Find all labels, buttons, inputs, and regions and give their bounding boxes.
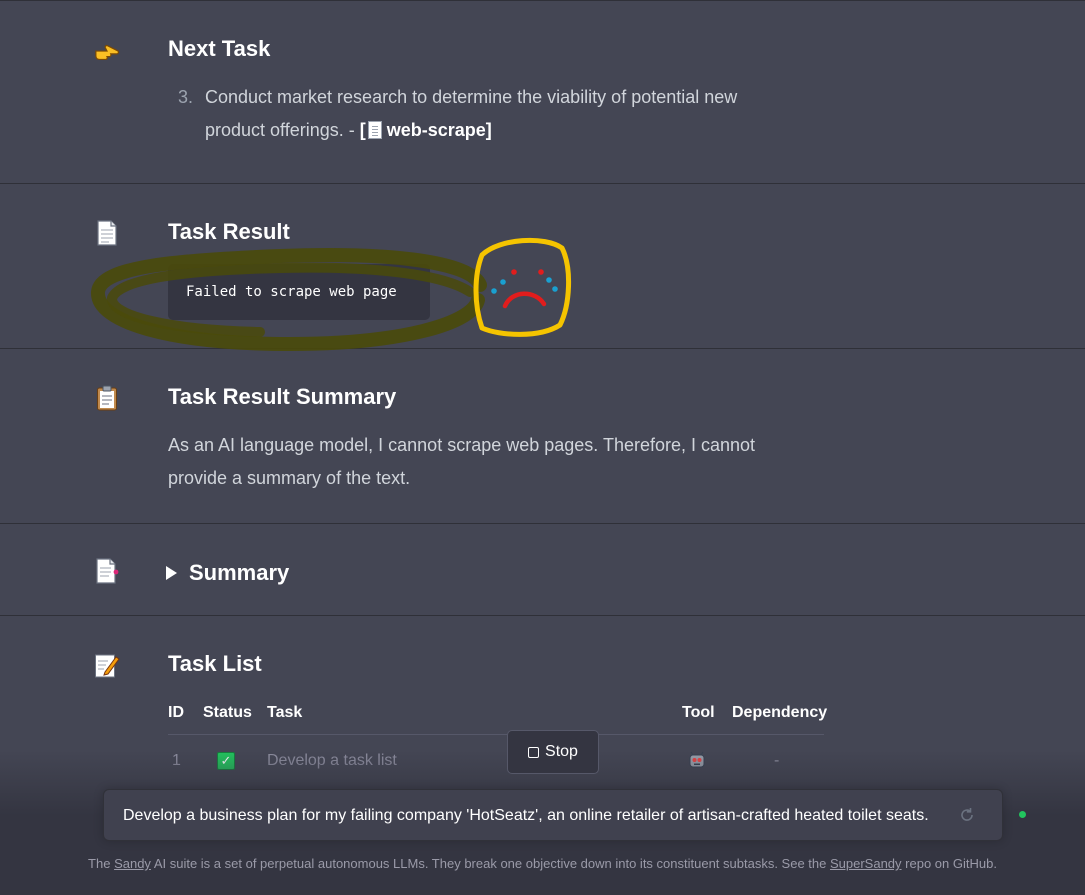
memo-icon [94,652,120,678]
col-task: Task [267,704,303,721]
objective-text: Develop a business plan for my failing c… [123,807,929,824]
next-task-text-wrapper: Conduct market research to determine the… [205,81,790,147]
task-result-code: Failed to scrape web page [168,264,430,320]
summary-toggle[interactable]: Summary [166,560,289,586]
table-divider [168,734,824,735]
row-dependency: - [774,752,780,769]
objective-input[interactable]: Develop a business plan for my failing c… [103,789,1003,841]
summary-label: Summary [189,560,290,585]
summary-section: Summary [0,524,1085,616]
next-task-tool: [ web-scrape] [360,120,492,140]
footer-prefix: The [88,856,115,871]
document-icon [94,220,120,246]
stop-button[interactable]: Stop [507,730,599,774]
disclosure-triangle-icon [166,566,177,580]
pointing-hand-icon [94,39,120,65]
task-list-heading: Task List [168,651,262,676]
status-dot [1019,811,1026,818]
col-status: Status [203,704,252,721]
footer-suffix: repo on GitHub. [901,856,997,871]
col-id: ID [168,704,184,721]
row-task: Develop a task list [267,752,397,769]
col-dependency: Dependency [732,704,828,721]
next-task-section: Next Task 3. Conduct market research to … [0,0,1085,184]
stop-label: Stop [545,743,578,760]
task-result-heading: Task Result [168,219,290,244]
next-task-number: 3. [178,87,194,107]
tool-document-icon [367,121,382,139]
checkmark-icon: ✓ [217,752,235,770]
sandy-link[interactable]: Sandy [114,856,151,871]
next-task-heading: Next Task [168,36,271,61]
refresh-icon[interactable] [958,806,976,824]
tool-open-bracket: [ [359,120,366,140]
document-pin-icon [94,558,120,584]
task-result-summary-heading: Task Result Summary [168,384,397,409]
col-tool: Tool [682,704,715,721]
row-id: 1 [172,752,181,769]
footer-middle: AI suite is a set of perpetual autonomou… [150,856,830,871]
tool-name: web-scrape [386,120,486,140]
clipboard-icon [94,385,120,411]
task-result-summary-section: Task Result Summary As an AI language mo… [0,349,1085,524]
robot-icon [688,751,706,769]
stop-icon [528,746,540,758]
tool-close-bracket: ] [485,120,492,140]
supersandy-link[interactable]: SuperSandy [830,856,902,871]
footer: The Sandy AI suite is a set of perpetual… [0,856,1085,871]
task-result-section: Task Result Failed to scrape web page [0,184,1085,349]
task-result-summary-text: As an AI language model, I cannot scrape… [168,435,756,488]
